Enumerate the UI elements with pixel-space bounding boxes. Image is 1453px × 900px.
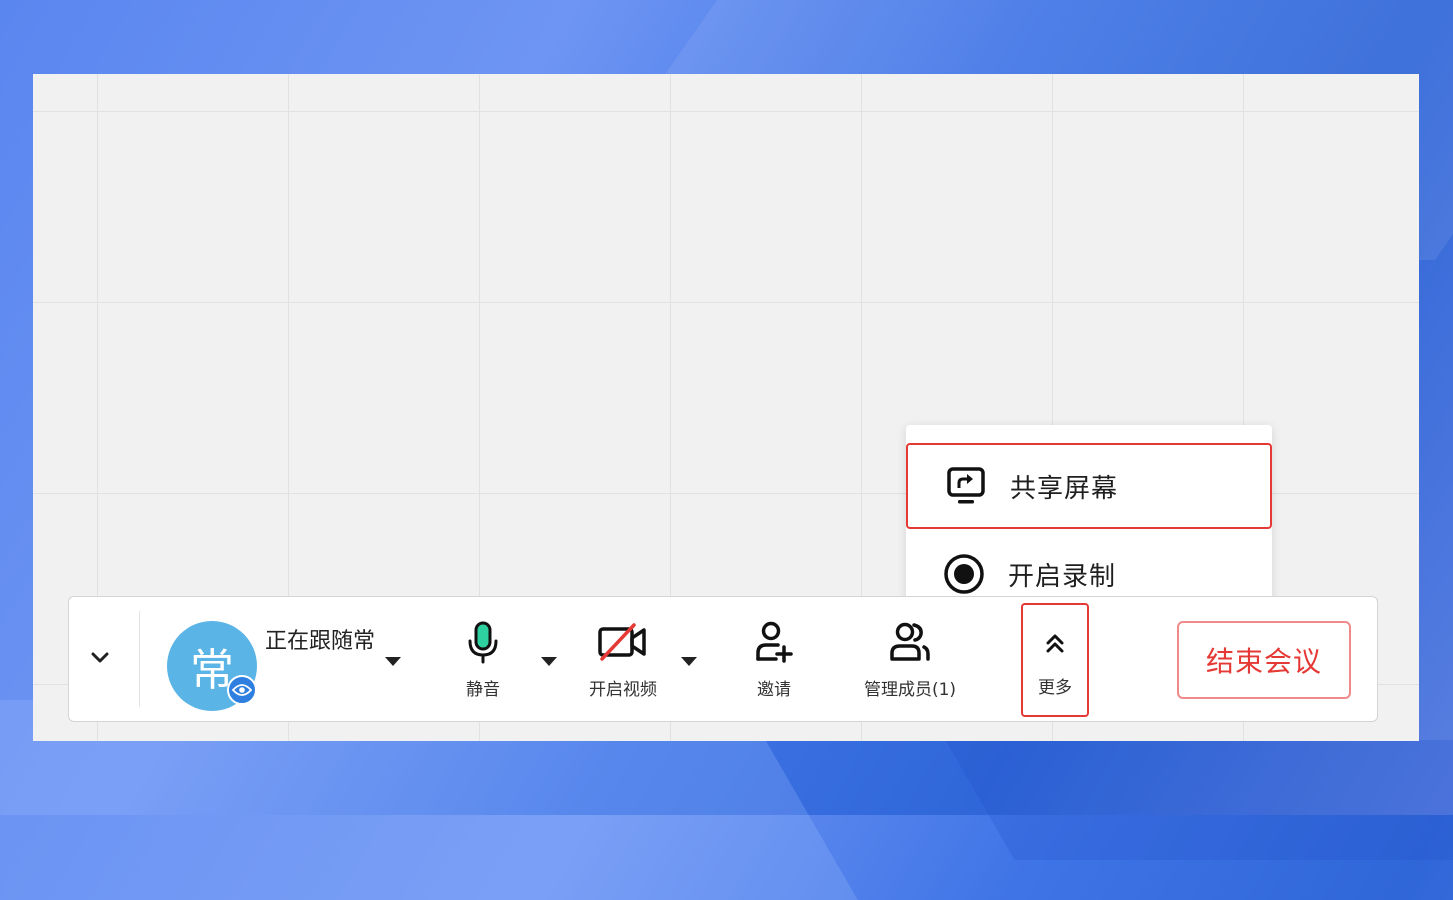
record-icon: [942, 552, 986, 596]
start-video-button[interactable]: 开启视频: [577, 621, 669, 700]
microphone-icon: [466, 621, 500, 669]
start-video-label: 开启视频: [589, 680, 657, 700]
double-chevron-up-icon: [1042, 623, 1068, 667]
toolbar-divider: [139, 611, 140, 707]
mute-label: 静音: [466, 680, 500, 700]
video-off-icon: [596, 621, 650, 669]
chevron-down-icon: [89, 647, 111, 673]
screen-share-icon: [944, 464, 988, 508]
invite-label: 邀请: [757, 680, 791, 700]
follow-status-text: 正在跟随常: [265, 629, 376, 654]
collapse-toolbar-button[interactable]: [89, 647, 111, 673]
manage-members-label: 管理成员(1): [863, 680, 957, 700]
audio-options-dropdown-icon[interactable]: [541, 657, 557, 666]
share-screen-label: 共享屏幕: [1010, 473, 1119, 504]
share-screen-menu-item[interactable]: 共享屏幕: [906, 443, 1272, 529]
end-meeting-button[interactable]: 结束会议: [1177, 621, 1351, 699]
mute-button[interactable]: 静音: [459, 621, 507, 700]
more-button-content[interactable]: 更多: [1024, 623, 1086, 698]
start-recording-label: 开启录制: [1008, 561, 1117, 592]
eye-icon: [227, 675, 257, 705]
meeting-toolbar: 常 正在跟随常 静音 开启视频 邀请 管理成员(1) 更多 结束会议: [68, 596, 1378, 722]
add-user-icon: [754, 621, 794, 669]
manage-members-button[interactable]: 管理成员(1): [847, 621, 973, 700]
more-label: 更多: [1038, 678, 1072, 698]
members-icon: [888, 621, 932, 669]
video-options-dropdown-icon[interactable]: [681, 657, 697, 666]
follow-dropdown-icon[interactable]: [385, 657, 401, 666]
invite-button[interactable]: 邀请: [749, 621, 799, 700]
